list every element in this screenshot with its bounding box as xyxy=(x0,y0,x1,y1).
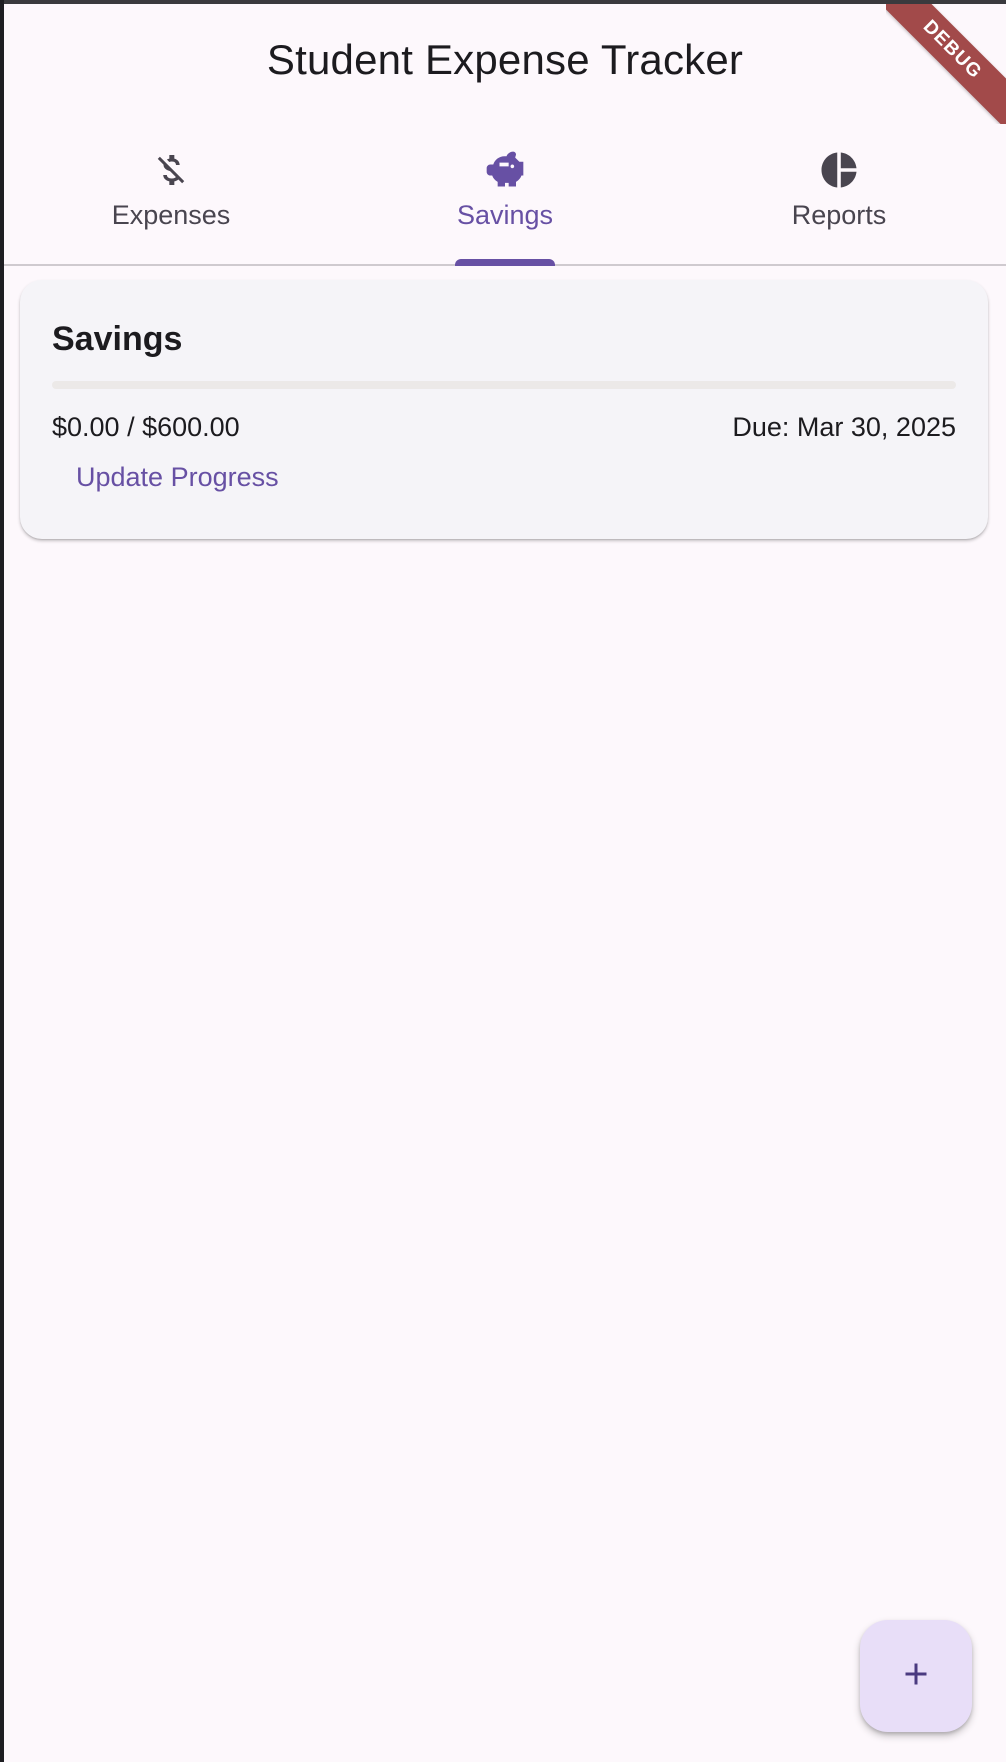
update-progress-button[interactable]: Update Progress xyxy=(76,462,279,493)
app-screen: Student Expense Tracker Expenses Savings xyxy=(4,4,1006,1762)
due-date: Due: Mar 30, 2025 xyxy=(732,412,956,442)
add-icon xyxy=(898,1656,934,1697)
savings-amounts: $0.00 / $600.00 xyxy=(52,412,240,442)
debug-banner-container: DEBUG xyxy=(886,4,1006,124)
tab-expenses[interactable]: Expenses xyxy=(4,116,338,264)
app-bar: Student Expense Tracker xyxy=(4,4,1006,116)
savings-goal-card: Savings $0.00 / $600.00 Due: Mar 30, 202… xyxy=(20,280,988,539)
tab-bar: Expenses Savings Reports xyxy=(4,116,1006,266)
active-tab-indicator xyxy=(455,259,555,266)
add-button[interactable] xyxy=(860,1620,972,1732)
debug-banner: DEBUG xyxy=(886,4,1006,124)
pie-chart-icon xyxy=(817,148,861,192)
tab-reports[interactable]: Reports xyxy=(672,116,1006,264)
tab-label: Expenses xyxy=(111,200,231,230)
card-title: Savings xyxy=(52,320,183,358)
tab-label: Reports xyxy=(791,200,887,230)
piggy-bank-icon xyxy=(483,148,527,192)
page-title: Student Expense Tracker xyxy=(266,36,744,83)
savings-progress-bar xyxy=(52,381,956,389)
tab-savings[interactable]: Savings xyxy=(338,116,672,266)
money-off-icon xyxy=(149,148,193,192)
tab-label: Savings xyxy=(456,200,554,230)
